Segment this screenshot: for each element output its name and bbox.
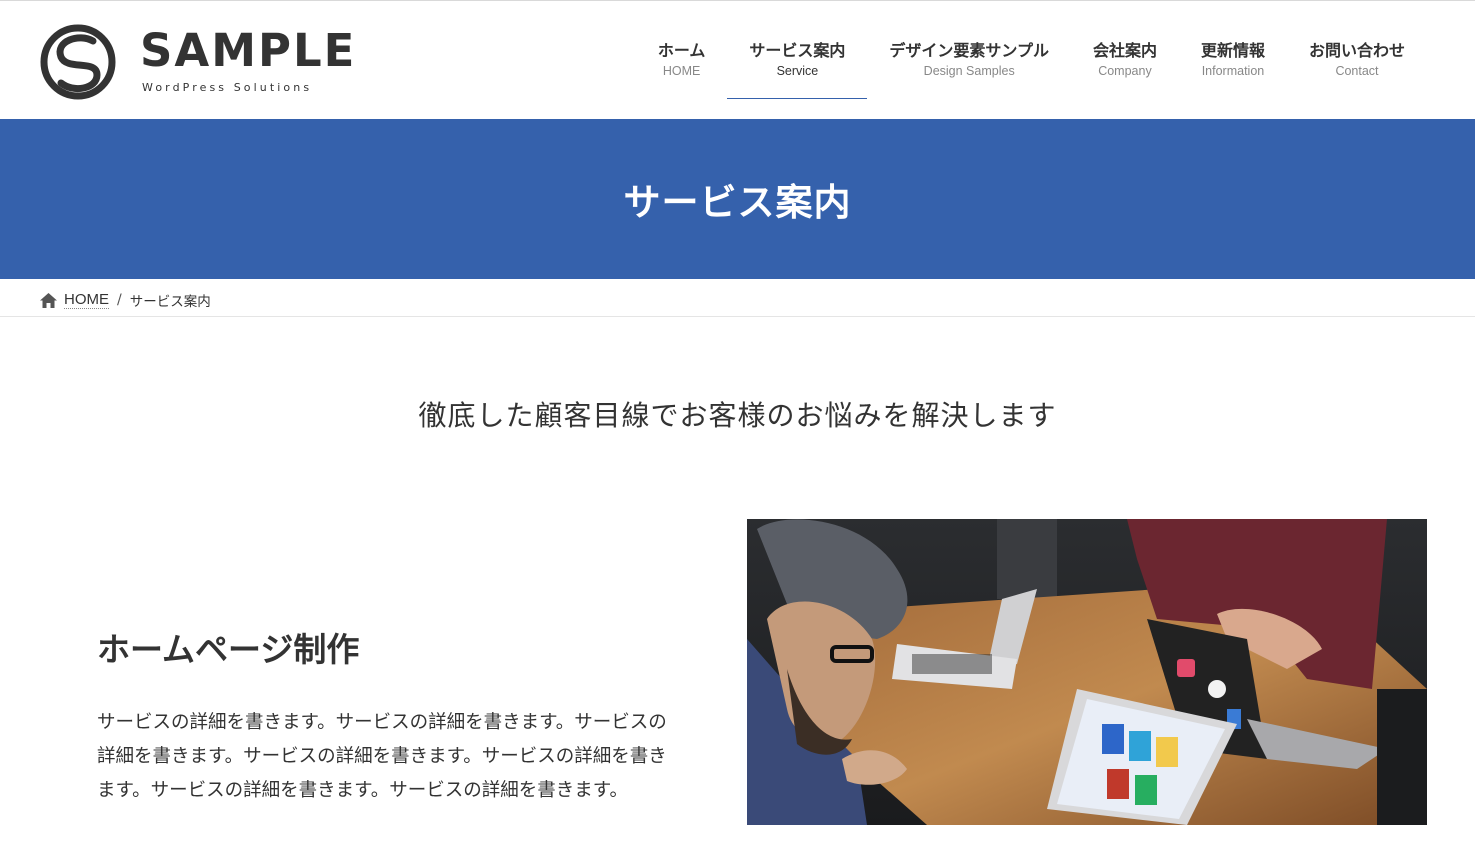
nav-label: 会社案内	[1092, 41, 1157, 60]
team-meeting-photo	[747, 519, 1427, 825]
nav-label: ホーム	[657, 41, 706, 60]
nav-item-information[interactable]: 更新情報 Information	[1179, 1, 1287, 119]
nav-label: サービス案内	[749, 41, 846, 60]
breadcrumb-home-label: HOME	[64, 291, 109, 309]
page-title: サービス案内	[623, 181, 852, 224]
service-title: ホームページ制作	[97, 630, 360, 669]
logo-subtitle: WordPress Solutions	[142, 81, 313, 94]
nav-label: デザイン要素サンプル	[889, 41, 1049, 60]
nav-item-service[interactable]: サービス案内 Service	[727, 1, 868, 119]
section-lead: 徹底した顧客目線でお客様のお悩みを解決します	[418, 399, 1057, 432]
breadcrumb-home-link[interactable]: HOME	[40, 291, 109, 309]
nav-sublabel: Company	[1098, 64, 1152, 78]
service-text-container: サービスの詳細を書きます。サービスの詳細を書きます。サービスの詳細を書きます。サ…	[97, 706, 682, 823]
nav-item-design-samples[interactable]: デザイン要素サンプル Design Samples	[867, 1, 1071, 119]
nav-sublabel: Information	[1201, 64, 1265, 78]
logo-title: SAMPLE	[140, 24, 357, 77]
breadcrumb-current: サービス案内	[129, 294, 211, 310]
nav-sublabel: Design Samples	[923, 64, 1015, 78]
global-nav: ホーム HOME サービス案内 Service デザイン要素サンプル Desig…	[636, 1, 1427, 119]
nav-sublabel: Service	[776, 64, 819, 78]
nav-item-company[interactable]: 会社案内 Company	[1071, 1, 1179, 119]
nav-sublabel: HOME	[662, 64, 701, 78]
nav-item-home[interactable]: ホーム HOME	[636, 1, 728, 119]
s-swirl-logo-icon	[40, 24, 116, 100]
nav-label: 更新情報	[1200, 41, 1265, 60]
nav-sublabel: Contact	[1335, 64, 1379, 78]
photo-illustration	[747, 519, 1427, 825]
house-icon	[40, 292, 57, 308]
nav-item-contact[interactable]: お問い合わせ Contact	[1287, 1, 1427, 119]
service-description: サービスの詳細を書きます。サービスの詳細を書きます。サービスの詳細を書きます。サ…	[97, 712, 667, 801]
page-header-band: サービス案内	[0, 119, 1475, 279]
site-header: SAMPLE WordPress Solutions ホーム HOME サービス…	[0, 1, 1475, 119]
breadcrumb: HOME / サービス案内	[0, 279, 1475, 317]
nav-label: お問い合わせ	[1308, 41, 1405, 60]
breadcrumb-separator: /	[117, 292, 122, 308]
